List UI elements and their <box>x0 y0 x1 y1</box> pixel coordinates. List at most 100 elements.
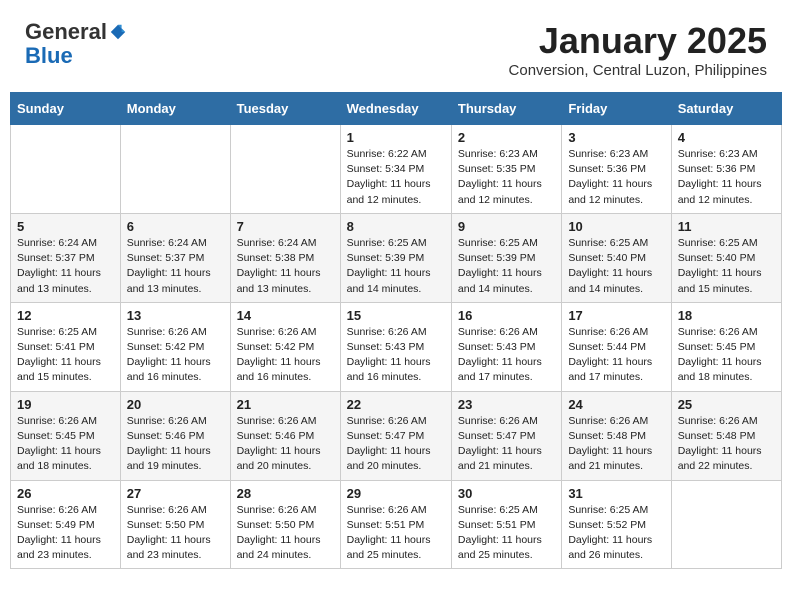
header-thursday: Thursday <box>451 93 561 125</box>
header-tuesday: Tuesday <box>230 93 340 125</box>
table-row: 22 Sunrise: 6:26 AM Sunset: 5:47 PM Dayl… <box>340 391 451 480</box>
daylight-text: Daylight: 11 hours and 14 minutes. <box>568 267 652 294</box>
table-row: 8 Sunrise: 6:25 AM Sunset: 5:39 PM Dayli… <box>340 213 451 302</box>
header-monday: Monday <box>120 93 230 125</box>
daylight-text: Daylight: 11 hours and 23 minutes. <box>17 534 101 561</box>
sunset-text: Sunset: 5:47 PM <box>347 430 425 442</box>
sunset-text: Sunset: 5:36 PM <box>568 163 646 175</box>
daylight-text: Daylight: 11 hours and 13 minutes. <box>17 267 101 294</box>
day-info: Sunrise: 6:26 AM Sunset: 5:51 PM Dayligh… <box>347 503 445 564</box>
daylight-text: Daylight: 11 hours and 17 minutes. <box>458 356 542 383</box>
sunrise-text: Sunrise: 6:26 AM <box>347 326 427 338</box>
day-number: 4 <box>678 130 775 145</box>
sunrise-text: Sunrise: 6:26 AM <box>347 415 427 427</box>
sunrise-text: Sunrise: 6:25 AM <box>347 237 427 249</box>
daylight-text: Daylight: 11 hours and 16 minutes. <box>237 356 321 383</box>
sunset-text: Sunset: 5:44 PM <box>568 341 646 353</box>
day-info: Sunrise: 6:26 AM Sunset: 5:50 PM Dayligh… <box>237 503 334 564</box>
sunset-text: Sunset: 5:40 PM <box>678 252 756 264</box>
table-row: 27 Sunrise: 6:26 AM Sunset: 5:50 PM Dayl… <box>120 480 230 569</box>
daylight-text: Daylight: 11 hours and 16 minutes. <box>347 356 431 383</box>
sunrise-text: Sunrise: 6:26 AM <box>17 415 97 427</box>
header-friday: Friday <box>562 93 671 125</box>
day-info: Sunrise: 6:26 AM Sunset: 5:42 PM Dayligh… <box>127 325 224 386</box>
table-row: 29 Sunrise: 6:26 AM Sunset: 5:51 PM Dayl… <box>340 480 451 569</box>
sunrise-text: Sunrise: 6:24 AM <box>17 237 97 249</box>
calendar-week-row: 5 Sunrise: 6:24 AM Sunset: 5:37 PM Dayli… <box>11 213 782 302</box>
table-row: 3 Sunrise: 6:23 AM Sunset: 5:36 PM Dayli… <box>562 125 671 214</box>
sunset-text: Sunset: 5:51 PM <box>347 519 425 531</box>
sunrise-text: Sunrise: 6:25 AM <box>568 504 648 516</box>
day-info: Sunrise: 6:24 AM Sunset: 5:37 PM Dayligh… <box>127 236 224 297</box>
table-row: 13 Sunrise: 6:26 AM Sunset: 5:42 PM Dayl… <box>120 302 230 391</box>
sunset-text: Sunset: 5:49 PM <box>17 519 95 531</box>
sunrise-text: Sunrise: 6:26 AM <box>17 504 97 516</box>
table-row: 12 Sunrise: 6:25 AM Sunset: 5:41 PM Dayl… <box>11 302 121 391</box>
sunset-text: Sunset: 5:48 PM <box>568 430 646 442</box>
sunset-text: Sunset: 5:50 PM <box>237 519 315 531</box>
sunset-text: Sunset: 5:34 PM <box>347 163 425 175</box>
table-row: 26 Sunrise: 6:26 AM Sunset: 5:49 PM Dayl… <box>11 480 121 569</box>
day-number: 12 <box>17 308 114 323</box>
calendar-week-row: 1 Sunrise: 6:22 AM Sunset: 5:34 PM Dayli… <box>11 125 782 214</box>
day-number: 2 <box>458 130 555 145</box>
daylight-text: Daylight: 11 hours and 24 minutes. <box>237 534 321 561</box>
day-number: 15 <box>347 308 445 323</box>
daylight-text: Daylight: 11 hours and 22 minutes. <box>678 445 762 472</box>
daylight-text: Daylight: 11 hours and 13 minutes. <box>127 267 211 294</box>
table-row: 5 Sunrise: 6:24 AM Sunset: 5:37 PM Dayli… <box>11 213 121 302</box>
table-row: 4 Sunrise: 6:23 AM Sunset: 5:36 PM Dayli… <box>671 125 781 214</box>
table-row: 28 Sunrise: 6:26 AM Sunset: 5:50 PM Dayl… <box>230 480 340 569</box>
sunrise-text: Sunrise: 6:26 AM <box>458 415 538 427</box>
calendar-title: January 2025 <box>509 20 767 62</box>
header-wednesday: Wednesday <box>340 93 451 125</box>
table-row: 2 Sunrise: 6:23 AM Sunset: 5:35 PM Dayli… <box>451 125 561 214</box>
daylight-text: Daylight: 11 hours and 25 minutes. <box>458 534 542 561</box>
day-info: Sunrise: 6:26 AM Sunset: 5:48 PM Dayligh… <box>568 414 664 475</box>
sunset-text: Sunset: 5:46 PM <box>127 430 205 442</box>
sunset-text: Sunset: 5:42 PM <box>237 341 315 353</box>
header-sunday: Sunday <box>11 93 121 125</box>
sunrise-text: Sunrise: 6:24 AM <box>127 237 207 249</box>
sunrise-text: Sunrise: 6:26 AM <box>568 415 648 427</box>
table-row: 21 Sunrise: 6:26 AM Sunset: 5:46 PM Dayl… <box>230 391 340 480</box>
day-info: Sunrise: 6:25 AM Sunset: 5:41 PM Dayligh… <box>17 325 114 386</box>
day-number: 13 <box>127 308 224 323</box>
table-row: 14 Sunrise: 6:26 AM Sunset: 5:42 PM Dayl… <box>230 302 340 391</box>
sunrise-text: Sunrise: 6:26 AM <box>127 504 207 516</box>
logo-icon <box>109 23 127 41</box>
daylight-text: Daylight: 11 hours and 18 minutes. <box>17 445 101 472</box>
day-info: Sunrise: 6:26 AM Sunset: 5:42 PM Dayligh… <box>237 325 334 386</box>
daylight-text: Daylight: 11 hours and 16 minutes. <box>127 356 211 383</box>
table-row: 17 Sunrise: 6:26 AM Sunset: 5:44 PM Dayl… <box>562 302 671 391</box>
calendar-header-row: Sunday Monday Tuesday Wednesday Thursday… <box>11 93 782 125</box>
table-row: 24 Sunrise: 6:26 AM Sunset: 5:48 PM Dayl… <box>562 391 671 480</box>
day-info: Sunrise: 6:22 AM Sunset: 5:34 PM Dayligh… <box>347 147 445 208</box>
logo-blue: Blue <box>25 43 73 68</box>
table-row <box>11 125 121 214</box>
table-row: 6 Sunrise: 6:24 AM Sunset: 5:37 PM Dayli… <box>120 213 230 302</box>
daylight-text: Daylight: 11 hours and 23 minutes. <box>127 534 211 561</box>
day-info: Sunrise: 6:26 AM Sunset: 5:48 PM Dayligh… <box>678 414 775 475</box>
table-row: 25 Sunrise: 6:26 AM Sunset: 5:48 PM Dayl… <box>671 391 781 480</box>
day-info: Sunrise: 6:26 AM Sunset: 5:49 PM Dayligh… <box>17 503 114 564</box>
sunrise-text: Sunrise: 6:26 AM <box>458 326 538 338</box>
day-number: 3 <box>568 130 664 145</box>
sunset-text: Sunset: 5:40 PM <box>568 252 646 264</box>
calendar-week-row: 26 Sunrise: 6:26 AM Sunset: 5:49 PM Dayl… <box>11 480 782 569</box>
day-info: Sunrise: 6:25 AM Sunset: 5:40 PM Dayligh… <box>678 236 775 297</box>
day-number: 16 <box>458 308 555 323</box>
sunrise-text: Sunrise: 6:23 AM <box>678 148 758 160</box>
daylight-text: Daylight: 11 hours and 25 minutes. <box>347 534 431 561</box>
table-row: 15 Sunrise: 6:26 AM Sunset: 5:43 PM Dayl… <box>340 302 451 391</box>
day-info: Sunrise: 6:26 AM Sunset: 5:46 PM Dayligh… <box>127 414 224 475</box>
table-row <box>230 125 340 214</box>
day-info: Sunrise: 6:26 AM Sunset: 5:45 PM Dayligh… <box>678 325 775 386</box>
daylight-text: Daylight: 11 hours and 15 minutes. <box>17 356 101 383</box>
day-number: 21 <box>237 397 334 412</box>
sunset-text: Sunset: 5:46 PM <box>237 430 315 442</box>
day-number: 24 <box>568 397 664 412</box>
day-number: 5 <box>17 219 114 234</box>
table-row: 19 Sunrise: 6:26 AM Sunset: 5:45 PM Dayl… <box>11 391 121 480</box>
day-number: 19 <box>17 397 114 412</box>
